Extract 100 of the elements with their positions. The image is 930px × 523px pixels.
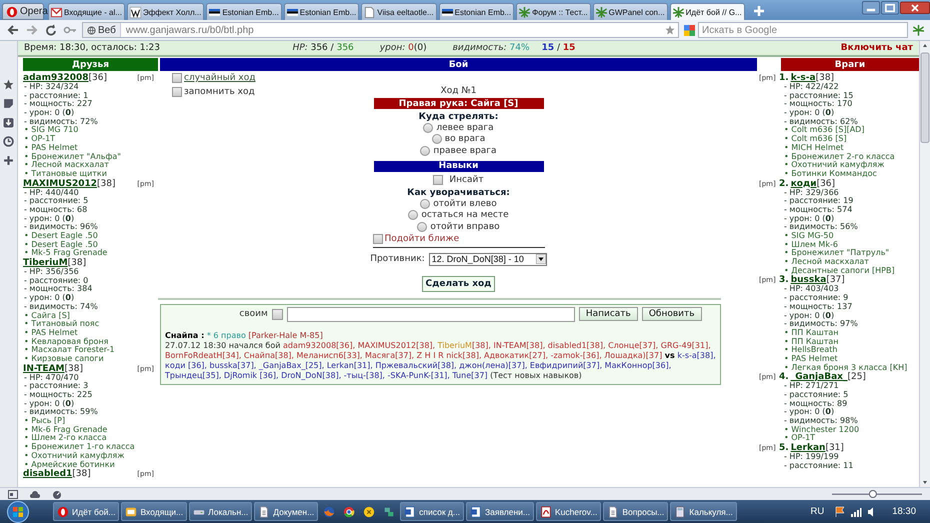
equipment-item: • Армейские ботинки [23, 460, 115, 469]
radio-button[interactable] [420, 146, 430, 156]
panel-icon[interactable] [8, 490, 18, 498]
plus-icon[interactable] [3, 155, 14, 166]
hp-current: 356 [310, 43, 328, 53]
bookmark-star-icon[interactable] [665, 25, 675, 35]
player-stat: - расстояние: 0 [23, 276, 90, 285]
taskbar-button[interactable]: Идёт бой... [53, 502, 120, 521]
player-name[interactable]: disabled1 [23, 469, 72, 480]
send-button[interactable]: Написать [578, 307, 638, 321]
taskbar-button[interactable]: Докумен... [254, 502, 318, 521]
browser-tab[interactable]: Форум :: Тест... [516, 3, 591, 20]
scrollbar[interactable] [919, 41, 930, 487]
clock-icon[interactable] [3, 136, 14, 147]
make-move-button[interactable]: Сделать ход [422, 276, 496, 292]
network-icon[interactable] [383, 506, 396, 518]
address-field[interactable]: Веб www.ganjawars.ru/b0/btl.php [82, 22, 679, 38]
note-icon[interactable] [3, 98, 14, 109]
browser-tab[interactable]: Estonian Emb... [438, 3, 514, 20]
browser-tab[interactable]: Estonian Emb... [284, 3, 360, 20]
player-stat: - видимость: 74% [23, 302, 99, 311]
browser-tab[interactable]: Идёт бой // G... [670, 3, 745, 20]
browser-tab[interactable]: Estonian Emb... [206, 3, 282, 20]
browser-tab[interactable]: GWPanel con... [592, 3, 668, 20]
taskbar-button[interactable]: Локальн... [189, 502, 252, 521]
minimize-icon[interactable] [862, 0, 880, 16]
player-level: [25] [847, 372, 866, 382]
opponent-dropdown[interactable]: 12. DroN_DoN[38] - 10 [428, 252, 547, 266]
checkbox[interactable] [172, 87, 182, 97]
browser-tab[interactable]: Эффект Холл... [126, 3, 204, 20]
message-field[interactable] [286, 306, 575, 322]
option-link[interactable]: случайный ход [184, 73, 256, 83]
taskbar-button[interactable]: Kucherov... [536, 502, 602, 521]
player-name[interactable]: _GanjaBax_ [790, 372, 848, 382]
mail-icon [51, 6, 62, 18]
radio-button[interactable] [417, 222, 428, 232]
refresh-button[interactable]: Обновить [642, 307, 702, 321]
checkbox[interactable] [272, 308, 283, 320]
player-stat: - HP: 329/366 [783, 188, 840, 198]
flag-tray-icon[interactable] [834, 506, 846, 518]
taskbar-button[interactable]: Входящи... [121, 502, 188, 521]
zoom-slider[interactable] [832, 490, 922, 498]
player-stat: - расстояние: 19 [783, 197, 854, 206]
cloud-icon[interactable] [30, 490, 40, 498]
maximize-icon[interactable] [881, 0, 899, 16]
browser-tab[interactable]: Входящие - al... [48, 3, 125, 20]
firefox-icon[interactable] [323, 506, 336, 518]
new-tab-icon[interactable] [752, 5, 765, 17]
signal-icon[interactable] [850, 506, 862, 518]
taskbar-button[interactable]: список д... [400, 502, 464, 521]
browser-tab[interactable]: Viisa eeltaotle... [361, 3, 437, 20]
leaf-icon [672, 6, 684, 18]
hp-separator: / [330, 43, 334, 53]
equipment-item: • Desert Eagle .50 [23, 232, 99, 240]
taskbar-button[interactable]: Калькуля... [670, 502, 737, 521]
player-name[interactable]: k-s-a [790, 73, 816, 83]
back-icon[interactable] [6, 24, 20, 36]
close-icon[interactable] [900, 0, 930, 16]
player-stat: - мощность: 89 [783, 400, 848, 408]
checkbox[interactable] [372, 234, 382, 244]
taskbar-button[interactable]: Вопросы... [603, 502, 668, 521]
player-name[interactable]: MAXIMUS2012 [23, 178, 98, 189]
player-name[interactable]: Lerkan [790, 443, 826, 454]
visibility-label: видимость: [452, 43, 507, 53]
enable-chat-link[interactable]: Включить чат [840, 43, 914, 53]
radio-button[interactable] [408, 210, 418, 220]
reload-icon[interactable] [44, 24, 58, 36]
speedometer-icon[interactable] [52, 490, 62, 498]
player-stat: - урон: 0 (0) [783, 214, 836, 224]
checkbox[interactable] [172, 73, 182, 83]
radio-button[interactable] [420, 198, 430, 209]
equipment-item: • Охотничий камуфляж [783, 161, 886, 170]
language-indicator[interactable]: RU [810, 506, 824, 517]
player-stat: - HP: 199/199 [783, 453, 840, 462]
player-stat: - HP: 271/271 [783, 382, 839, 391]
radio-button[interactable] [423, 122, 434, 133]
player-name[interactable]: IN-TEAM [23, 364, 65, 374]
enemy-number: 4. [779, 372, 789, 382]
key-icon[interactable] [63, 24, 77, 36]
player-level: [36] [816, 178, 836, 189]
player-name[interactable]: коди [790, 178, 817, 189]
player-name[interactable]: busska [790, 275, 826, 286]
checkbox[interactable] [433, 175, 444, 186]
taskbar-button[interactable]: Заявлени... [466, 502, 534, 521]
search-field[interactable]: Искать в Google [698, 22, 908, 38]
x-circle-icon[interactable] [363, 506, 376, 518]
enemy-number: 3. [779, 275, 789, 286]
chrome-icon[interactable] [343, 506, 356, 518]
caret-icon [536, 254, 546, 264]
pdf-icon [540, 506, 552, 518]
player-name[interactable]: TiberiuM [23, 258, 68, 268]
star-icon[interactable] [3, 79, 14, 90]
web-badge[interactable]: Веб [83, 23, 121, 37]
player-stat: - HP: 470/470 [23, 374, 80, 382]
radio-button[interactable] [432, 134, 442, 144]
player-name[interactable]: adam932008 [23, 73, 89, 83]
skill-label: Инсайт [449, 175, 484, 186]
equipment-item: • Лесной маскхалат [783, 258, 870, 267]
download-icon[interactable] [3, 117, 14, 128]
leaf-icon[interactable] [913, 24, 924, 36]
